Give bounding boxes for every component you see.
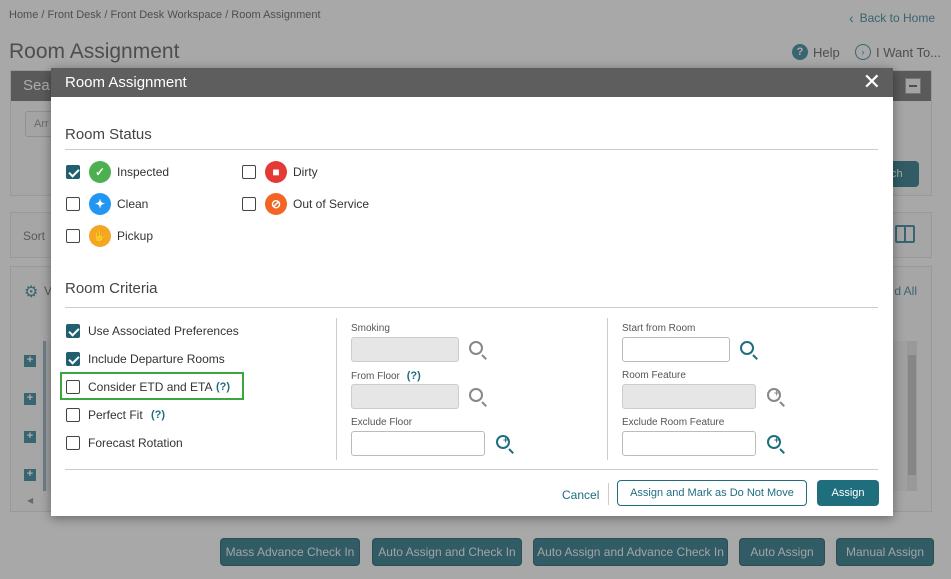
dirty-checkbox[interactable]: [242, 165, 256, 179]
inspected-label: Inspected: [117, 165, 170, 179]
consider-etd-eta-label: Consider ETD and ETA: [88, 380, 213, 394]
cancel-button[interactable]: Cancel: [562, 488, 599, 502]
consider-etd-eta-checkbox[interactable]: [66, 380, 80, 394]
clean-checkbox[interactable]: [66, 197, 80, 211]
clean-icon: ✦: [89, 193, 111, 215]
room-feature-label: Room Feature: [622, 370, 686, 381]
out-of-service-checkbox[interactable]: [242, 197, 256, 211]
consider-etd-eta-help[interactable]: (?): [216, 381, 230, 393]
dialog-header: Room Assignment ✕: [51, 68, 893, 97]
room-feature-input[interactable]: [622, 384, 756, 409]
inspected-icon: ✓: [89, 161, 111, 183]
forecast-rotation-label: Forecast Rotation: [88, 436, 183, 450]
assign-button[interactable]: Assign: [817, 480, 879, 506]
exclude-room-feature-input[interactable]: [622, 431, 756, 456]
assign-and-mark-do-not-move-button[interactable]: Assign and Mark as Do Not Move: [617, 480, 807, 506]
from-floor-label-text: From Floor: [351, 371, 400, 382]
perfect-fit-help[interactable]: (?): [151, 409, 165, 421]
exclude-floor-input[interactable]: [351, 431, 485, 456]
divider: [65, 149, 878, 150]
search-add-icon[interactable]: [767, 435, 781, 449]
exclude-room-feature-label: Exclude Room Feature: [622, 417, 725, 428]
include-departure-rooms-checkbox[interactable]: [66, 352, 80, 366]
use-associated-preferences-label: Use Associated Preferences: [88, 324, 239, 338]
room-criteria-title: Room Criteria: [65, 280, 158, 297]
perfect-fit-label: Perfect Fit: [88, 408, 143, 422]
column-divider: [336, 318, 337, 460]
from-floor-help[interactable]: (?): [407, 370, 421, 382]
from-floor-input[interactable]: [351, 384, 459, 409]
pickup-checkbox[interactable]: [66, 229, 80, 243]
dialog-title: Room Assignment: [65, 74, 187, 91]
include-departure-rooms-label: Include Departure Rooms: [88, 352, 225, 366]
smoking-input[interactable]: [351, 337, 459, 362]
use-associated-preferences-checkbox[interactable]: [66, 324, 80, 338]
search-add-icon[interactable]: [767, 388, 781, 402]
out-of-service-label: Out of Service: [293, 197, 370, 211]
column-divider: [607, 318, 608, 460]
search-add-icon[interactable]: [496, 435, 510, 449]
trash-icon: ■: [265, 161, 287, 183]
perfect-fit-checkbox[interactable]: [66, 408, 80, 422]
close-icon[interactable]: ✕: [863, 71, 881, 93]
footer-separator: [608, 483, 609, 505]
dirty-label: Dirty: [293, 165, 318, 179]
smoking-label: Smoking: [351, 323, 390, 334]
inspected-checkbox[interactable]: [66, 165, 80, 179]
exclude-floor-label: Exclude Floor: [351, 417, 413, 428]
divider: [65, 469, 878, 470]
pickup-icon: ✋: [89, 225, 111, 247]
start-from-room-label: Start from Room: [622, 323, 696, 334]
room-status-title: Room Status: [65, 126, 152, 143]
forecast-rotation-checkbox[interactable]: [66, 436, 80, 450]
search-icon[interactable]: [740, 341, 754, 355]
clean-label: Clean: [117, 197, 149, 211]
search-icon[interactable]: [469, 388, 483, 402]
start-from-room-input[interactable]: [622, 337, 730, 362]
divider: [65, 307, 878, 308]
out-of-service-icon: ⊘: [265, 193, 287, 215]
from-floor-label: From Floor (?): [351, 370, 421, 382]
search-icon[interactable]: [469, 341, 483, 355]
pickup-label: Pickup: [117, 229, 154, 243]
room-assignment-dialog: Room Assignment ✕ Room Status ✓ Inspecte…: [51, 68, 893, 516]
